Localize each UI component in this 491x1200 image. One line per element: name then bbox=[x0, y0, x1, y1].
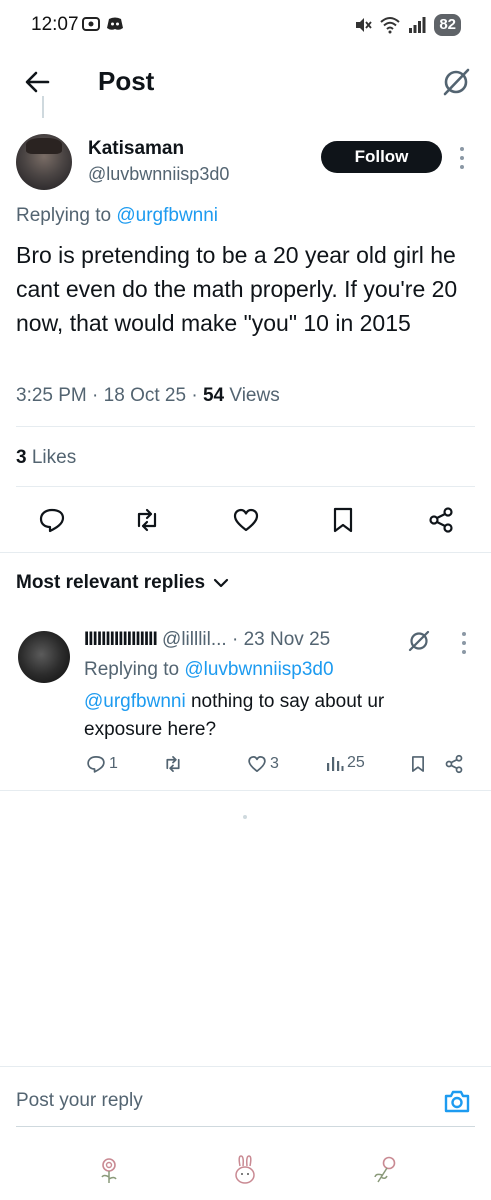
author-handle[interactable]: @luvbwnniisp3d0 bbox=[88, 164, 229, 185]
screenshot-icon bbox=[82, 17, 100, 31]
like-icon bbox=[248, 756, 266, 772]
share-icon[interactable] bbox=[444, 754, 464, 774]
wifi-icon bbox=[380, 17, 400, 34]
divider bbox=[16, 426, 475, 427]
replying-to: Replying to @luvbwnniisp3d0 bbox=[84, 659, 334, 680]
post-date: 18 Oct 25 bbox=[103, 385, 187, 406]
reply-author-name[interactable]: IIIIIIIIIIIIIIIII bbox=[84, 629, 158, 650]
grok-icon[interactable] bbox=[407, 629, 431, 653]
reply-input[interactable]: Post your reply bbox=[16, 1090, 143, 1112]
status-bar: 12:07 82 bbox=[0, 0, 491, 52]
views-button[interactable]: 25 bbox=[326, 754, 365, 772]
avatar[interactable] bbox=[16, 134, 72, 190]
divider bbox=[0, 1066, 491, 1067]
reply-header: IIIIIIIIIIIIIIIII @lilllil... · 23 Nov 2… bbox=[84, 629, 330, 651]
rose-icon[interactable] bbox=[370, 1154, 400, 1186]
views-count: 54 bbox=[202, 385, 225, 406]
discord-icon bbox=[107, 17, 123, 30]
avatar[interactable] bbox=[18, 631, 70, 683]
share-icon[interactable] bbox=[427, 506, 455, 534]
reply-author-handle[interactable]: @lilllil... bbox=[162, 629, 227, 650]
repost-button[interactable] bbox=[162, 754, 184, 774]
post-time: 3:25 PM bbox=[16, 385, 87, 406]
like-count: 3 bbox=[270, 755, 279, 772]
replying-to-link[interactable]: @luvbwnniisp3d0 bbox=[184, 659, 333, 680]
analytics-icon bbox=[327, 757, 344, 771]
likes-label: Likes bbox=[31, 447, 77, 468]
author-display-name[interactable]: Katisaman bbox=[88, 138, 184, 160]
post-actions bbox=[0, 506, 491, 534]
reply-sort-dropdown[interactable]: Most relevant replies bbox=[16, 572, 229, 594]
divider bbox=[0, 552, 491, 553]
replying-to-link[interactable]: @urgfbwnni bbox=[116, 205, 218, 226]
repost-icon bbox=[166, 756, 180, 772]
like-button[interactable]: 3 bbox=[247, 754, 279, 774]
flower-icon[interactable] bbox=[94, 1154, 124, 1186]
reply-icon bbox=[87, 756, 105, 773]
like-icon[interactable] bbox=[232, 506, 260, 534]
likes-count: 3 bbox=[16, 447, 27, 468]
reply-actions: 1 3 25 bbox=[0, 754, 491, 778]
bottom-bar bbox=[0, 1150, 491, 1200]
back-arrow-icon[interactable] bbox=[22, 66, 54, 98]
more-options-icon[interactable] bbox=[459, 632, 469, 654]
signal-icon bbox=[409, 17, 426, 33]
reply-sort-label: Most relevant replies bbox=[16, 572, 206, 593]
replying-to: Replying to @urgfbwnni bbox=[16, 205, 219, 226]
mention-link[interactable]: @urgfbwnni bbox=[84, 691, 186, 712]
view-count: 25 bbox=[347, 754, 365, 771]
repost-icon[interactable] bbox=[133, 506, 161, 534]
divider bbox=[0, 790, 491, 791]
bookmark-icon[interactable] bbox=[409, 754, 427, 774]
follow-button[interactable]: Follow bbox=[321, 141, 442, 173]
reply-text: @urgfbwnni nothing to say about ur expos… bbox=[84, 691, 385, 740]
status-time: 12:07 bbox=[31, 14, 79, 35]
post-metadata: 3:25 PM · 18 Oct 25 · 54 Views bbox=[16, 385, 280, 406]
bookmark-icon[interactable] bbox=[329, 506, 357, 534]
grok-icon[interactable] bbox=[440, 66, 472, 98]
reply-button[interactable]: 1 bbox=[86, 754, 118, 774]
reply-date: · 23 Nov 25 bbox=[232, 629, 331, 650]
reply-count: 1 bbox=[109, 755, 118, 772]
likes-summary[interactable]: 3 Likes bbox=[16, 447, 76, 469]
thread-connector bbox=[42, 96, 44, 118]
header: Post bbox=[0, 52, 491, 116]
divider bbox=[16, 486, 475, 487]
page-title: Post bbox=[98, 66, 155, 96]
camera-icon[interactable] bbox=[443, 1087, 471, 1115]
reply-icon[interactable] bbox=[38, 506, 66, 534]
more-options-icon[interactable] bbox=[457, 147, 467, 169]
views-label: Views bbox=[229, 385, 280, 406]
input-underline bbox=[16, 1126, 475, 1127]
post-text: Bro is pretending to be a 20 year old gi… bbox=[16, 242, 458, 336]
mute-icon bbox=[356, 18, 373, 32]
loading-indicator bbox=[243, 815, 247, 819]
chevron-down-icon bbox=[213, 578, 229, 588]
bunny-icon[interactable] bbox=[230, 1154, 260, 1186]
battery-indicator: 82 bbox=[434, 14, 461, 36]
